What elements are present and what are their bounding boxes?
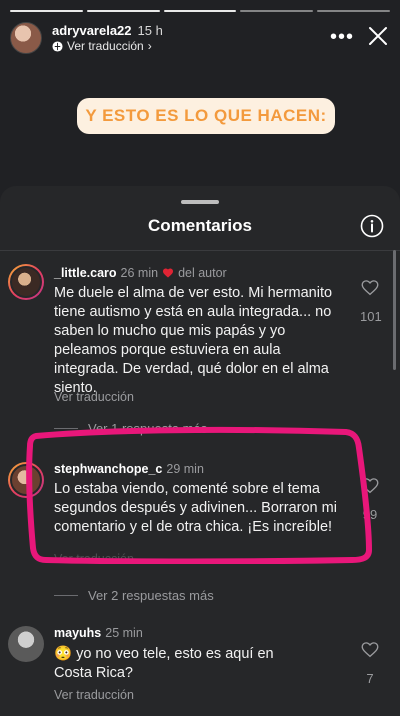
story-translate-label[interactable]: Ver traducción — [67, 39, 144, 53]
view-replies-label[interactable]: Ver 2 respuestas más — [88, 588, 214, 603]
comment-username[interactable]: mayuhs — [54, 626, 101, 640]
drag-handle[interactable] — [181, 200, 219, 204]
heart-icon — [163, 268, 174, 278]
progress-segment — [163, 10, 237, 12]
story-translate-link[interactable]: Ver traducción › — [52, 39, 152, 53]
like-count: 7 — [366, 671, 374, 686]
replies-line — [54, 595, 78, 596]
story-background: adryvarela22 15 h Ver traducción › ••• Y … — [0, 0, 400, 210]
story-caption: Y ESTO ES LO QUE HACEN: — [77, 98, 335, 134]
view-replies-button[interactable]: Ver 2 respuestas más — [54, 588, 214, 603]
close-icon[interactable] — [366, 24, 390, 48]
highlight-annotation — [26, 426, 372, 564]
comment-text: Me duele el alma de ver esto. Mi hermani… — [54, 285, 333, 396]
story-header: adryvarela22 15 h Ver traducción › ••• — [10, 20, 390, 54]
like-button[interactable]: 101 — [360, 278, 382, 324]
heart-outline-icon — [361, 642, 379, 658]
progress-segment — [86, 10, 160, 12]
divider — [0, 250, 400, 251]
chevron-right-icon: › — [147, 39, 152, 53]
comment-username[interactable]: _little.caro — [54, 266, 117, 280]
story-username-row[interactable]: adryvarela22 15 h — [52, 23, 163, 38]
translate-link[interactable]: Ver traducción — [54, 688, 134, 702]
author-tag: del autor — [178, 266, 227, 280]
progress-segment — [240, 10, 314, 12]
story-time: 15 h — [137, 23, 163, 38]
emoji-icon: 😳 — [54, 646, 73, 662]
avatar[interactable] — [8, 264, 44, 300]
sheet-title: Comentarios — [148, 216, 252, 235]
comment-header: mayuhs 25 min — [54, 626, 143, 640]
comment-header: _little.caro 26 min del autor — [54, 266, 227, 280]
comment-time: 26 min — [120, 266, 159, 280]
comment-time: 25 min — [105, 626, 143, 640]
info-icon[interactable] — [360, 214, 384, 238]
like-button[interactable]: 7 — [360, 640, 380, 686]
comment-text-body: yo no veo tele, esto es aquí en Costa Ri… — [54, 646, 274, 681]
translate-link[interactable]: Ver traducción — [54, 390, 134, 404]
heart-outline-icon — [361, 280, 379, 296]
more-options-icon[interactable]: ••• — [330, 26, 354, 49]
scrollbar[interactable] — [393, 250, 396, 370]
comment-text: 😳 yo no veo tele, esto es aquí en Costa … — [54, 645, 314, 683]
progress-segment — [317, 10, 390, 12]
progress-segment — [10, 10, 83, 12]
translate-icon — [52, 40, 63, 52]
like-count: 101 — [360, 309, 382, 324]
avatar[interactable] — [8, 626, 44, 662]
avatar[interactable] — [10, 22, 42, 54]
story-progress — [10, 10, 390, 12]
story-username[interactable]: adryvarela22 — [52, 23, 132, 38]
